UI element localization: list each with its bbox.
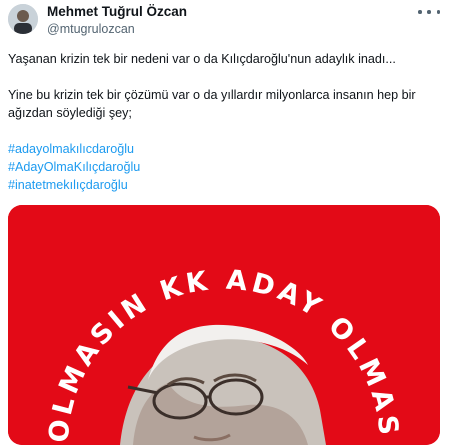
tweet-line: Yaşanan krizin tek bir nedeni var o da K… [8, 52, 396, 66]
hashtag-link[interactable]: #AdayOlmaKılıçdaroğlu [8, 160, 140, 174]
campaign-poster: Y OLMASIN KK ADAY OLMASIN [8, 205, 440, 445]
author-display-name[interactable]: Mehmet Tuğrul Özcan [47, 3, 187, 21]
avatar-image [8, 4, 38, 34]
more-options-icon[interactable] [418, 5, 440, 19]
author-info: Mehmet Tuğrul Özcan @mtugrulozcan [47, 3, 187, 37]
tweet-media-image[interactable]: Y OLMASIN KK ADAY OLMASIN [8, 205, 440, 445]
tweet-text: Yaşanan krizin tek bir nedeni var o da K… [8, 50, 440, 194]
author-handle[interactable]: @mtugrulozcan [47, 21, 187, 37]
hashtag-link[interactable]: #inatetmekılıçdaroğlu [8, 178, 128, 192]
tweet-line: Yine bu krizin tek bir çözümü var o da y… [8, 88, 416, 102]
tweet-line: ağızdan söylediği şey; [8, 106, 132, 120]
hashtag-link[interactable]: #adayolmakılıcdaroğlu [8, 142, 134, 156]
avatar[interactable] [8, 4, 38, 34]
